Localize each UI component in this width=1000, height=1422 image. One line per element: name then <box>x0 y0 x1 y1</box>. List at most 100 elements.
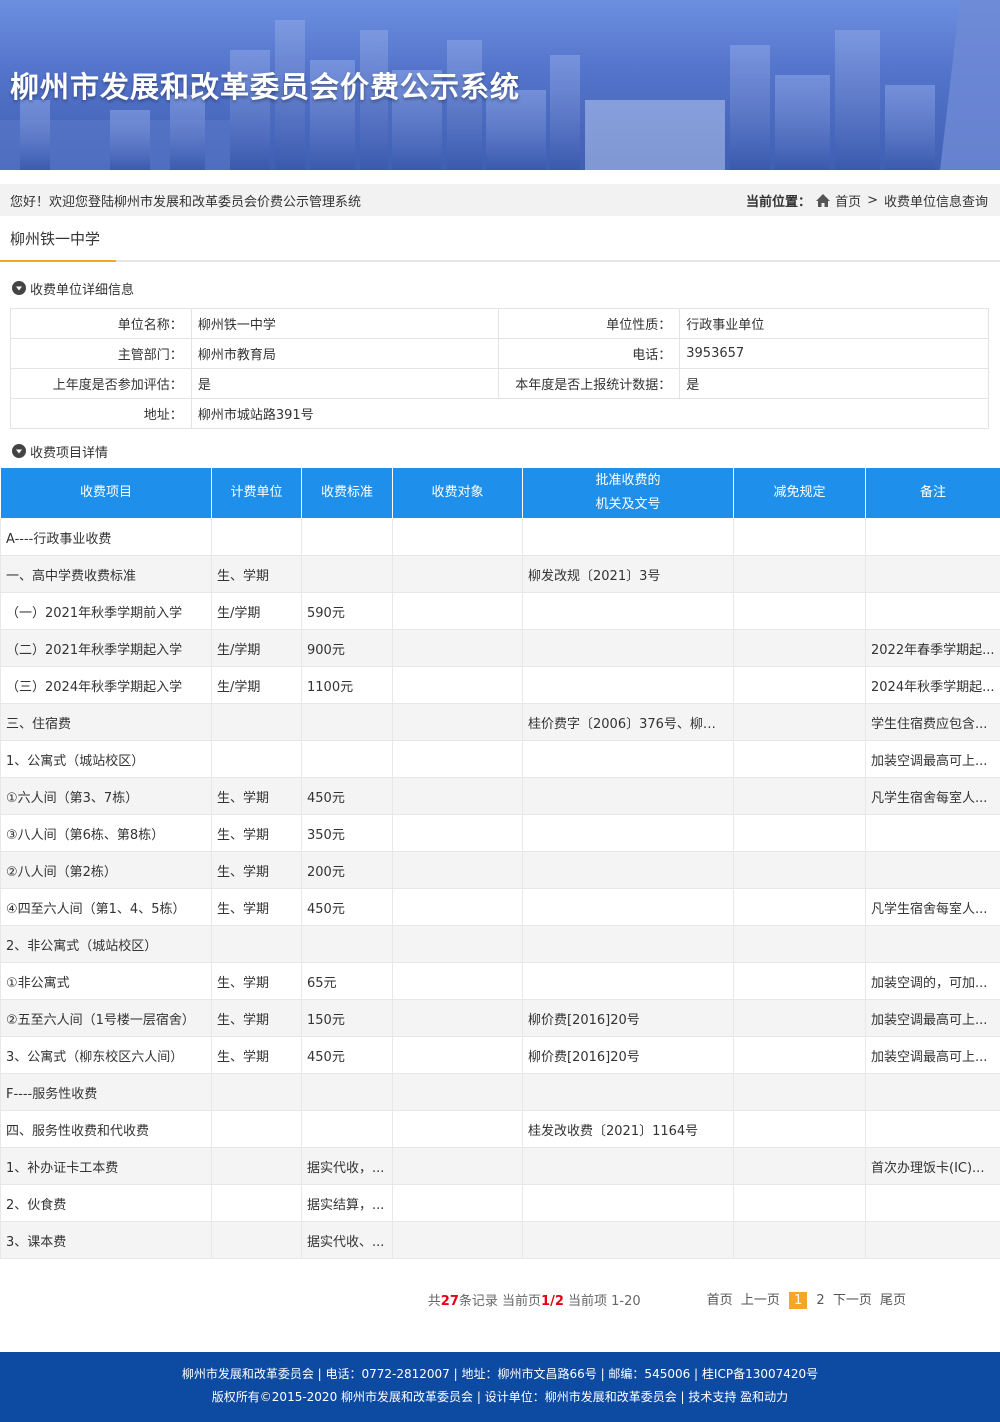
dept-label: 主管部门： <box>10 338 192 369</box>
cell-target <box>392 1036 523 1074</box>
cell-note <box>865 1110 1000 1148</box>
cell-standard <box>301 1073 393 1111</box>
cell-reduce <box>733 1221 866 1259</box>
cell-item: 3、公寓式（柳东校区六人间） <box>0 1036 212 1074</box>
total-records: 27 <box>440 1293 459 1309</box>
cell-standard: 900元 <box>301 629 393 667</box>
cell-doc: 柳价费[2016]20号 <box>522 999 734 1037</box>
circle-arrow-icon <box>12 444 26 458</box>
cell-reduce <box>733 1110 866 1148</box>
cell-target <box>392 925 523 963</box>
cell-target <box>392 888 523 926</box>
cell-target <box>392 740 523 778</box>
cell-note: 2022年春季学期起... <box>865 629 1000 667</box>
current-page: 1/2 <box>541 1293 564 1309</box>
cell-unit: 生、学期 <box>211 814 302 852</box>
cell-note: 学生住宿费应包含... <box>865 703 1000 741</box>
eval-value: 是 <box>190 368 500 399</box>
cell-standard <box>301 555 393 593</box>
cell-target <box>392 666 523 704</box>
cell-note: 2024年秋季学期起... <box>865 666 1000 704</box>
table-row: （三）2024年秋季学期起入学 生/学期 1100元 2024年秋季学期起... <box>0 666 1000 704</box>
cell-note <box>865 518 1000 556</box>
report-label: 本年度是否上报统计数据： <box>498 368 681 399</box>
breadcrumb-separator: > <box>867 192 878 208</box>
unit-info-heading: 收费单位详细信息 <box>12 276 1000 300</box>
cell-doc <box>522 518 734 556</box>
page-links: 首页 上一页 1 2 下一页 尾页 <box>705 1289 908 1309</box>
count-suffix: 条记录 <box>458 1293 498 1309</box>
table-row: 1、补办证卡工本费 据实代收，... 首次办理饭卡(IC)... <box>0 1147 1000 1185</box>
prev-page-link[interactable]: 上一页 <box>741 1293 780 1308</box>
footer-line-1: 柳州市发展和改革委员会 | 电话：0772-2812007 | 地址：柳州市文昌… <box>181 1367 819 1381</box>
header-note: 备注 <box>865 467 1000 519</box>
cell-reduce <box>733 666 866 704</box>
cell-target <box>392 814 523 852</box>
table-row: 一、高中学费收费标准 生、学期 柳发改规〔2021〕3号 <box>0 555 1000 593</box>
table-row: （一）2021年秋季学期前入学 生/学期 590元 <box>0 592 1000 630</box>
breadcrumb-label: 当前位置： <box>746 194 812 210</box>
header-item: 收费项目 <box>0 467 212 519</box>
cell-standard: 据实结算，... <box>301 1184 393 1222</box>
unit-nature-label: 单位性质： <box>498 308 681 339</box>
table-row: A----行政事业收费 <box>0 518 1000 556</box>
cell-unit: 生/学期 <box>211 629 302 667</box>
cell-reduce <box>733 888 866 926</box>
cell-target <box>392 962 523 1000</box>
cell-unit: 生、学期 <box>211 555 302 593</box>
table-row: ①六人间（第3、7栋） 生、学期 450元 凡学生宿舍每室人... <box>0 777 1000 815</box>
page-1-link[interactable]: 1 <box>788 1292 808 1309</box>
record-count: 共27条记录 当前页1/2 当前项 1-20 <box>428 1290 641 1309</box>
cell-unit <box>211 1147 302 1185</box>
cell-unit <box>211 925 302 963</box>
cell-item: A----行政事业收费 <box>0 518 212 556</box>
cell-reduce <box>733 1184 866 1222</box>
fee-items-heading: 收费项目详情 <box>12 439 1000 463</box>
table-row: ①非公寓式 生、学期 65元 加装空调的，可加... <box>0 962 1000 1000</box>
fee-items-title: 收费项目详情 <box>30 445 109 461</box>
cell-reduce <box>733 962 866 1000</box>
cell-reduce <box>733 555 866 593</box>
cell-item: F----服务性收费 <box>0 1073 212 1111</box>
cell-item: 四、服务性收费和代收费 <box>0 1110 212 1148</box>
cell-doc <box>522 666 734 704</box>
breadcrumb-home-link[interactable]: 首页 <box>835 191 861 210</box>
table-row: 3、公寓式（柳东校区六人间） 生、学期 450元 柳价费[2016]20号 加装空调最高… <box>0 1036 1000 1074</box>
cell-doc <box>522 888 734 926</box>
cell-doc <box>522 629 734 667</box>
cell-target <box>392 1073 523 1111</box>
dept-value: 柳州市教育局 <box>190 338 500 369</box>
cell-target <box>392 777 523 815</box>
cell-unit <box>211 703 302 741</box>
breadcrumb-current: 收费单位信息查询 <box>883 194 988 210</box>
address-label: 地址： <box>10 398 192 429</box>
cell-reduce <box>733 518 866 556</box>
last-page-link[interactable]: 尾页 <box>880 1293 906 1308</box>
cell-note: 加装空调最高可上... <box>865 1036 1000 1074</box>
cell-target <box>392 555 523 593</box>
cell-note <box>865 555 1000 593</box>
cell-unit <box>211 740 302 778</box>
cell-doc: 柳发改规〔2021〕3号 <box>522 555 734 593</box>
cell-reduce <box>733 740 866 778</box>
cell-reduce <box>733 1073 866 1111</box>
table-row: ③八人间（第6栋、第8栋） 生、学期 350元 <box>0 814 1000 852</box>
page-2-link[interactable]: 2 <box>816 1293 824 1308</box>
unit-info-title: 收费单位详细信息 <box>30 282 135 298</box>
cell-item: （一）2021年秋季学期前入学 <box>0 592 212 630</box>
table-row: 2、非公寓式（城站校区） <box>0 925 1000 963</box>
cell-item: 一、高中学费收费标准 <box>0 555 212 593</box>
cell-item: 2、伙食费 <box>0 1184 212 1222</box>
next-page-link[interactable]: 下一页 <box>833 1293 872 1308</box>
cell-note: 加装空调最高可上... <box>865 740 1000 778</box>
breadcrumb: 当前位置： 首页 > 收费单位信息查询 <box>746 191 988 210</box>
cell-unit <box>211 1221 302 1259</box>
cell-reduce <box>733 999 866 1037</box>
unit-nature-value: 行政事业单位 <box>679 308 989 339</box>
fee-table-body: A----行政事业收费 一、高中学费收费标准 生、学期 柳发改规〔2021〕3号 （一）… <box>0 518 1000 1259</box>
table-row: 3、课本费 据实代收、... <box>0 1221 1000 1259</box>
tab-unit-name[interactable]: 柳州铁一中学 <box>0 216 116 262</box>
first-page-link[interactable]: 首页 <box>707 1293 733 1308</box>
cell-standard: 150元 <box>301 999 393 1037</box>
cell-item: （二）2021年秋季学期起入学 <box>0 629 212 667</box>
